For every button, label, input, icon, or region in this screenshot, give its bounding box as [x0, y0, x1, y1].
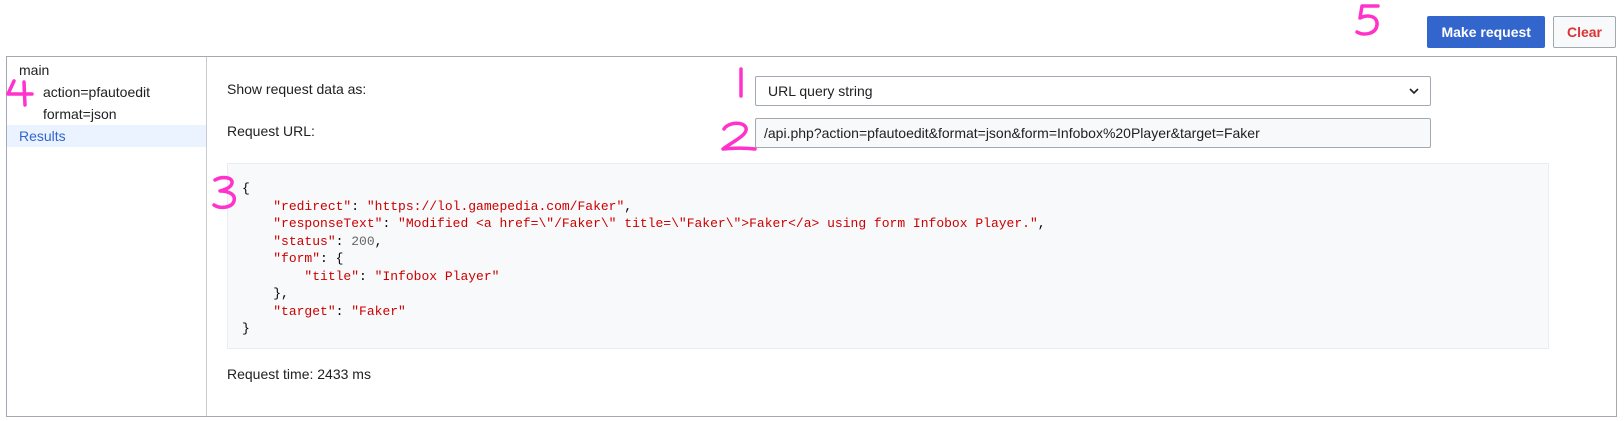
json-line: } [242, 320, 1548, 338]
request-url-field[interactable]: /api.php?action=pfautoedit&format=json&f… [755, 118, 1431, 148]
json-brace: { [335, 251, 344, 266]
sidebar-item-results[interactable]: Results [7, 125, 206, 147]
sandbox-panel: main action=pfautoedit format=json Resul… [6, 56, 1617, 417]
json-key: "form" [273, 251, 321, 266]
request-url-value: /api.php?action=pfautoedit&format=json&f… [764, 125, 1260, 141]
sidebar-item-main[interactable]: main [7, 59, 206, 81]
json-brace: }, [273, 286, 289, 301]
json-line: { [242, 180, 1548, 198]
json-key: "title" [304, 268, 360, 284]
make-request-button[interactable]: Make request [1427, 16, 1545, 48]
json-key: "responseText" [273, 216, 383, 231]
json-value: 200 [351, 233, 375, 249]
sidebar-item-format[interactable]: format=json [7, 103, 206, 125]
json-response: { "redirect": "https://lol.gamepedia.com… [227, 163, 1549, 349]
json-value: "Infobox Player" [374, 268, 500, 284]
json-line: "status": 200, [273, 233, 383, 249]
request-format-selected: URL query string [768, 83, 873, 99]
results-content: Show request data as: URL query string R… [207, 57, 1616, 416]
json-value: "Modified <a href=\"/Faker\" title=\"Fak… [398, 216, 1038, 231]
request-url-label: Request URL: [227, 123, 315, 139]
json-key: "status" [273, 233, 336, 249]
json-value: "https://lol.gamepedia.com/Faker" [366, 198, 625, 214]
json-value: "Faker" [351, 303, 406, 319]
toolbar: Make request Clear [1427, 16, 1616, 48]
json-line: "target": "Faker" [273, 303, 406, 319]
json-line: "redirect": "https://lol.gamepedia.com/F… [273, 198, 633, 214]
request-format-select[interactable]: URL query string [755, 76, 1431, 106]
clear-button[interactable]: Clear [1552, 16, 1616, 48]
sidebar: main action=pfautoedit format=json Resul… [7, 57, 207, 416]
json-brace: { [242, 181, 250, 196]
json-line: }, [242, 285, 1548, 303]
json-line: "responseText": "Modified <a href=\"/Fak… [273, 216, 1046, 231]
json-brace: } [242, 321, 250, 336]
annotation-5: 5 [1355, 4, 1380, 36]
json-line: "form": { [273, 251, 344, 266]
json-key: "redirect" [273, 198, 352, 214]
show-request-label: Show request data as: [227, 81, 367, 97]
request-time: Request time: 2433 ms [227, 366, 371, 382]
sidebar-item-action[interactable]: action=pfautoedit [7, 81, 206, 103]
json-line: "title": "Infobox Player" [304, 268, 500, 284]
chevron-down-icon [1409, 88, 1419, 95]
json-key: "target" [273, 303, 336, 319]
